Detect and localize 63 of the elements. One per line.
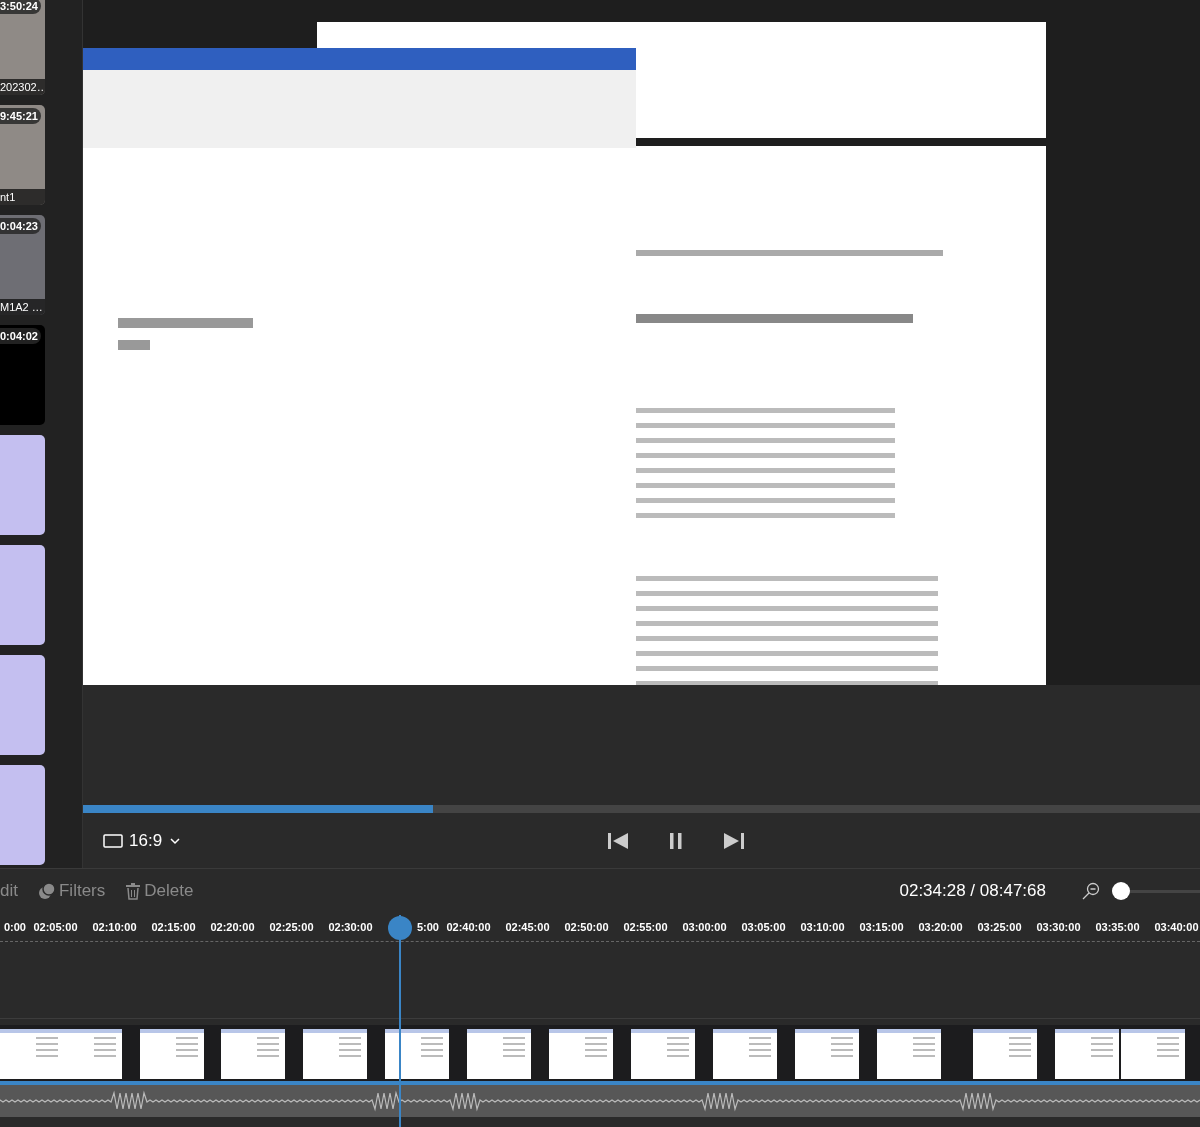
aspect-ratio-dropdown[interactable]: 16:9	[103, 830, 183, 851]
time-tick-label: 02:40:00	[445, 921, 492, 933]
edit-button[interactable]: dit	[0, 881, 18, 901]
time-tick-label: 03:00:00	[681, 921, 728, 933]
playhead-handle[interactable]	[387, 916, 412, 940]
video-thumbnail	[713, 1029, 777, 1079]
zoom-slider-thumb[interactable]	[1112, 882, 1130, 900]
video-thumbnail	[303, 1029, 367, 1079]
clip-name: M1A2 …	[0, 299, 45, 315]
video-thumbnail	[973, 1029, 1037, 1079]
delete-button[interactable]: Delete	[125, 881, 194, 901]
time-tick-label: 03:30:00	[1035, 921, 1082, 933]
clip-name: 202302…	[0, 79, 45, 95]
video-thumbnail	[877, 1029, 941, 1079]
video-thumbnail	[1055, 1029, 1119, 1079]
video-thumbnail	[1121, 1029, 1185, 1079]
video-thumbnail	[549, 1029, 613, 1079]
time-tick-label: 03:25:00	[976, 921, 1023, 933]
video-thumbnail[interactable]	[0, 655, 45, 755]
time-tick-label: 02:45:00	[504, 921, 551, 933]
video-thumbnail	[795, 1029, 859, 1079]
video-thumbnail	[467, 1029, 531, 1079]
time-tick-label: 03:10:00	[799, 921, 846, 933]
pause-button[interactable]	[669, 831, 684, 850]
time-tick-label: 02:15:00	[150, 921, 197, 933]
time-tick-label: 5:00	[415, 921, 439, 933]
video-thumbnail	[221, 1029, 285, 1079]
clip-duration: 0:04:23	[0, 218, 41, 234]
time-tick-label: 02:05:00	[32, 921, 79, 933]
time-tick-label: 03:20:00	[917, 921, 964, 933]
time-tick-label: 03:05:00	[740, 921, 787, 933]
clip-duration: 3:50:24	[0, 0, 41, 14]
video-thumbnail	[385, 1029, 449, 1079]
video-thumbnail	[140, 1029, 204, 1079]
filters-button[interactable]: Filters	[37, 881, 106, 901]
clip-duration: 0:04:02	[0, 328, 41, 344]
time-tick-label: 02:20:00	[209, 921, 256, 933]
video-thumbnail	[631, 1029, 695, 1079]
video-thumbnail[interactable]	[0, 765, 45, 865]
time-tick-label: 03:40:00	[1153, 921, 1200, 933]
clip-duration: 9:45:21	[0, 108, 41, 124]
skip-forward-button[interactable]	[723, 831, 746, 850]
video-thumbnail[interactable]	[0, 545, 45, 645]
video-thumbnail[interactable]	[0, 325, 45, 425]
time-tick-label: 02:50:00	[563, 921, 610, 933]
screen-icon	[103, 833, 123, 848]
zoom-out-icon[interactable]	[1082, 882, 1100, 900]
time-tick-label: 02:25:00	[268, 921, 315, 933]
time-tick-label: 03:15:00	[858, 921, 905, 933]
time-display: 02:34:28 / 08:47:68	[899, 881, 1046, 901]
time-tick-label: 03:35:00	[1094, 921, 1141, 933]
skip-back-button[interactable]	[607, 831, 630, 850]
time-tick-label: 02:55:00	[622, 921, 669, 933]
video-thumbnail[interactable]	[0, 435, 45, 535]
playhead-line[interactable]	[398, 915, 401, 1127]
chevron-down-icon	[168, 835, 183, 846]
clip-name: nt1	[0, 189, 45, 205]
time-tick-label: 02:30:00	[327, 921, 374, 933]
filters-icon	[37, 882, 56, 900]
time-tick-label: 0:00	[2, 921, 26, 933]
time-tick-label: 02:10:00	[91, 921, 138, 933]
trash-icon	[125, 882, 142, 900]
video-thumbnail	[58, 1029, 122, 1079]
